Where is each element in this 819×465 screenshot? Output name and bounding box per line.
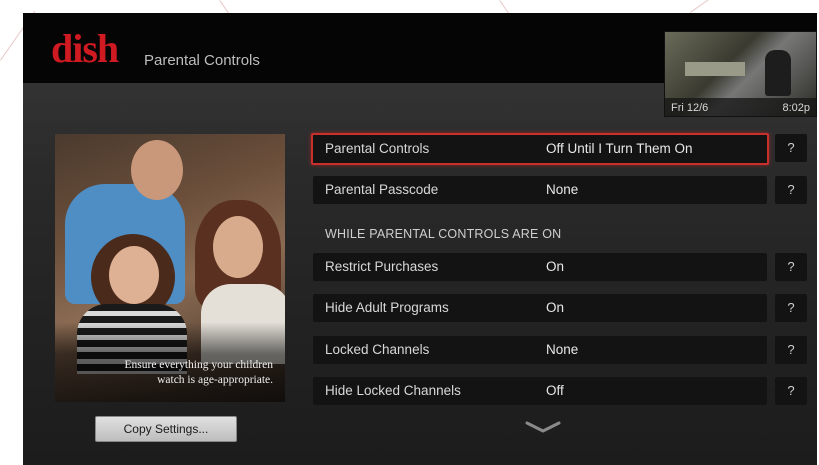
copy-settings-button[interactable]: Copy Settings... — [95, 416, 237, 442]
preview-scene-figure — [765, 50, 791, 96]
photo-person-head — [131, 140, 183, 200]
setting-label: Parental Controls — [325, 141, 430, 156]
section-header: WHILE PARENTAL CONTROLS ARE ON — [325, 227, 562, 241]
setting-value: None — [546, 342, 579, 357]
chevron-down-icon[interactable] — [523, 417, 563, 437]
setting-row-parental-passcode[interactable]: Parental Passcode None — [313, 176, 767, 204]
setting-label: Restrict Purchases — [325, 259, 439, 274]
help-button[interactable]: ? — [775, 253, 807, 281]
photo-person-head — [213, 216, 263, 278]
help-button[interactable]: ? — [775, 176, 807, 204]
dish-logo: dish — [51, 26, 119, 71]
setting-row-hide-adult-programs[interactable]: Hide Adult Programs On — [313, 294, 767, 322]
setting-label: Locked Channels — [325, 342, 430, 357]
setting-row-parental-controls[interactable]: Parental Controls Off Until I Turn Them … — [311, 133, 769, 165]
setting-value: Off Until I Turn Them On — [546, 141, 693, 156]
help-button[interactable]: ? — [775, 336, 807, 364]
setting-value: On — [546, 300, 565, 315]
setting-label: Parental Passcode — [325, 182, 439, 197]
preview-time: 8:02p — [782, 102, 810, 114]
setting-label: Hide Locked Channels — [325, 383, 461, 398]
setting-row-locked-channels[interactable]: Locked Channels None — [313, 336, 767, 364]
setting-row-hide-locked-channels[interactable]: Hide Locked Channels Off — [313, 377, 767, 405]
tv-screen: dish Parental Controls Fri 12/6 8:02p En… — [23, 13, 817, 465]
page-frame: dish Parental Controls Fri 12/6 8:02p En… — [0, 0, 819, 465]
page-title: Parental Controls — [144, 52, 260, 69]
preview-date: Fri 12/6 — [671, 102, 709, 114]
photo-person-head — [109, 246, 159, 304]
help-button[interactable]: ? — [775, 134, 807, 162]
setting-value: Off — [546, 383, 564, 398]
help-button[interactable]: ? — [775, 294, 807, 322]
promo-caption: Ensure everything your children watch is… — [124, 359, 274, 386]
setting-value: None — [546, 182, 579, 197]
preview-scene-element — [685, 62, 745, 76]
preview-info-bar: Fri 12/6 8:02p — [665, 98, 816, 116]
setting-label: Hide Adult Programs — [325, 300, 449, 315]
help-button[interactable]: ? — [775, 377, 807, 405]
setting-value: On — [546, 259, 565, 274]
setting-row-restrict-purchases[interactable]: Restrict Purchases On — [313, 253, 767, 281]
promo-photo: Ensure everything your children watch is… — [55, 134, 285, 402]
decorative-line — [690, 0, 716, 13]
live-tv-preview[interactable]: Fri 12/6 8:02p — [664, 31, 817, 117]
